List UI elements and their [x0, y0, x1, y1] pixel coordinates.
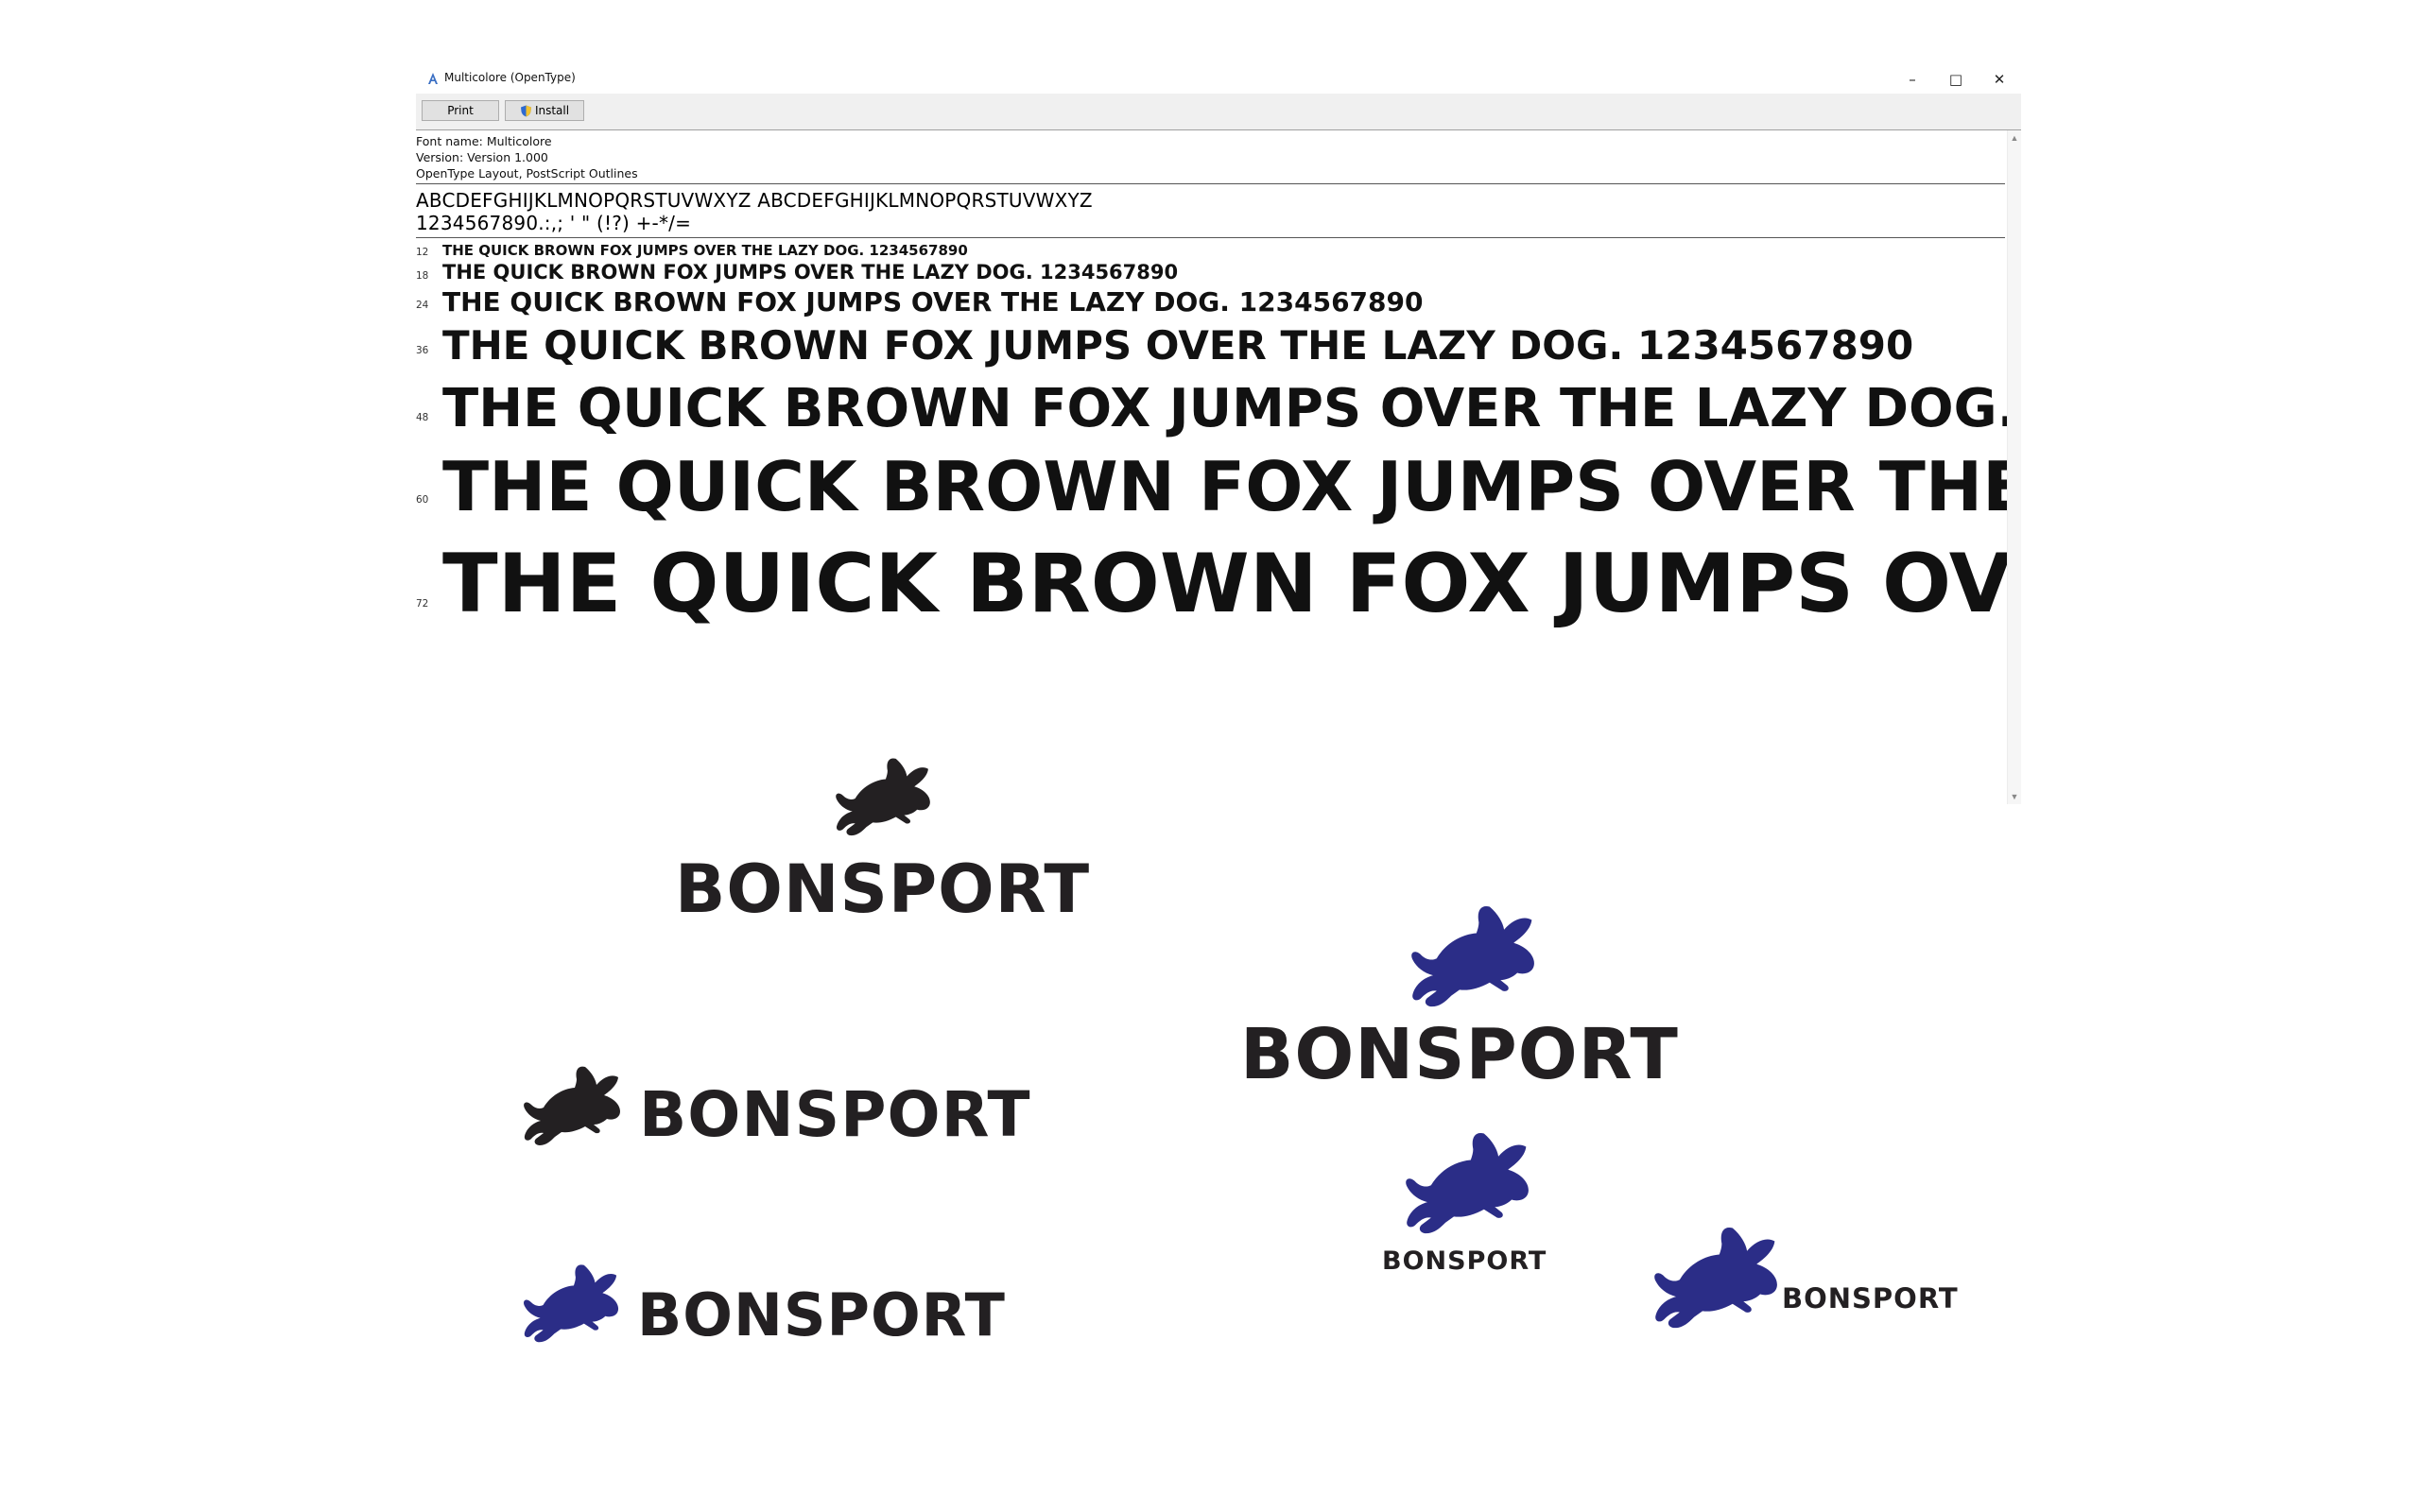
size-label: 36 — [416, 345, 429, 356]
install-label: Install — [534, 104, 570, 117]
maximize-icon: □ — [1948, 70, 1963, 88]
font-preview-pane[interactable]: Font name: Multicolore Version: Version … — [416, 130, 2021, 804]
brand-wordmark: BONSPORT — [1382, 1246, 1547, 1276]
logo-dark-stacked: BONSPORT — [662, 756, 1106, 936]
rabbit-icon — [832, 756, 934, 839]
sample-text: THE QUICK BROWN FOX JUMPS OVER THE LAZY … — [442, 261, 1179, 284]
window-title: Multicolore (OpenType) — [444, 71, 576, 84]
size-label: 48 — [416, 412, 429, 423]
brand-wordmark: BONSPORT — [675, 850, 1091, 928]
brand-wordmark: BONSPORT — [639, 1078, 1031, 1151]
font-viewer-window: Multicolore (OpenType) – □ ✕ Print Insta… — [416, 64, 2021, 804]
sample-text: THE QUICK BROWN FOX JUMPS OVER THE LAZY … — [442, 322, 1914, 369]
sample-text: THE QUICK BROWN FOX JUMPS OVER THE LAZY … — [442, 378, 2021, 439]
close-icon: ✕ — [1993, 70, 2006, 88]
logo-mixed-horizontal: BONSPORT — [520, 1262, 1049, 1356]
font-outlines-line: OpenType Layout, PostScript Outlines — [416, 166, 638, 180]
sample-text: THE QUICK BROWN FOX JUMPS OVER THE LAZY … — [442, 537, 2021, 631]
rabbit-icon — [520, 1063, 624, 1150]
size-label: 12 — [416, 247, 429, 258]
logo-navy-horizontal-small: BONSPORT — [1650, 1224, 1962, 1342]
size-label: 60 — [416, 494, 429, 506]
logo-navy-stacked-large: BONSPORT — [1238, 902, 1730, 1110]
sample-text: THE QUICK BROWN FOX JUMPS OVER THE LAZY … — [442, 447, 2021, 526]
minimize-icon: – — [1909, 70, 1916, 88]
font-name-line: Font name: Multicolore — [416, 134, 552, 148]
sample-text: THE QUICK BROWN FOX JUMPS OVER THE LAZY … — [442, 242, 968, 259]
toolbar: Print Install — [416, 94, 2021, 130]
charset-digits: 1234567890.:,; ' " (!?) +-*/= — [416, 212, 692, 234]
rabbit-icon — [1650, 1224, 1782, 1333]
print-button[interactable]: Print — [422, 100, 499, 121]
scroll-up-icon[interactable]: ▲ — [2009, 132, 2020, 144]
brand-wordmark: BONSPORT — [637, 1280, 1006, 1349]
scroll-down-icon[interactable]: ▼ — [2009, 791, 2020, 802]
rabbit-icon — [1407, 902, 1539, 1012]
size-label: 18 — [416, 270, 429, 282]
minimize-button[interactable]: – — [1891, 64, 1934, 94]
rabbit-icon — [1401, 1129, 1533, 1239]
vertical-scrollbar[interactable]: ▲ ▼ — [2007, 130, 2021, 804]
title-bar: Multicolore (OpenType) – □ ✕ — [416, 64, 2021, 94]
brand-wordmark: BONSPORT — [1240, 1014, 1679, 1095]
size-label: 72 — [416, 598, 429, 610]
brand-wordmark: BONSPORT — [1782, 1282, 1959, 1314]
logo-dark-horizontal: BONSPORT — [520, 1063, 1087, 1167]
divider — [416, 183, 2005, 184]
charset-letters: ABCDEFGHIJKLMNOPQRSTUVWXYZ ABCDEFGHIJKLM… — [416, 189, 1093, 212]
rabbit-icon — [520, 1262, 622, 1347]
divider — [416, 237, 2005, 238]
install-button[interactable]: Install — [505, 100, 584, 121]
print-label: Print — [447, 104, 474, 117]
close-button[interactable]: ✕ — [1978, 64, 2021, 94]
maximize-button[interactable]: □ — [1934, 64, 1978, 94]
shield-icon — [520, 105, 531, 116]
size-label: 24 — [416, 300, 429, 311]
logo-navy-stacked-small: BONSPORT — [1380, 1129, 1616, 1285]
font-app-icon — [428, 73, 438, 84]
font-version-line: Version: Version 1.000 — [416, 150, 548, 164]
sample-text: THE QUICK BROWN FOX JUMPS OVER THE LAZY … — [442, 286, 1424, 318]
